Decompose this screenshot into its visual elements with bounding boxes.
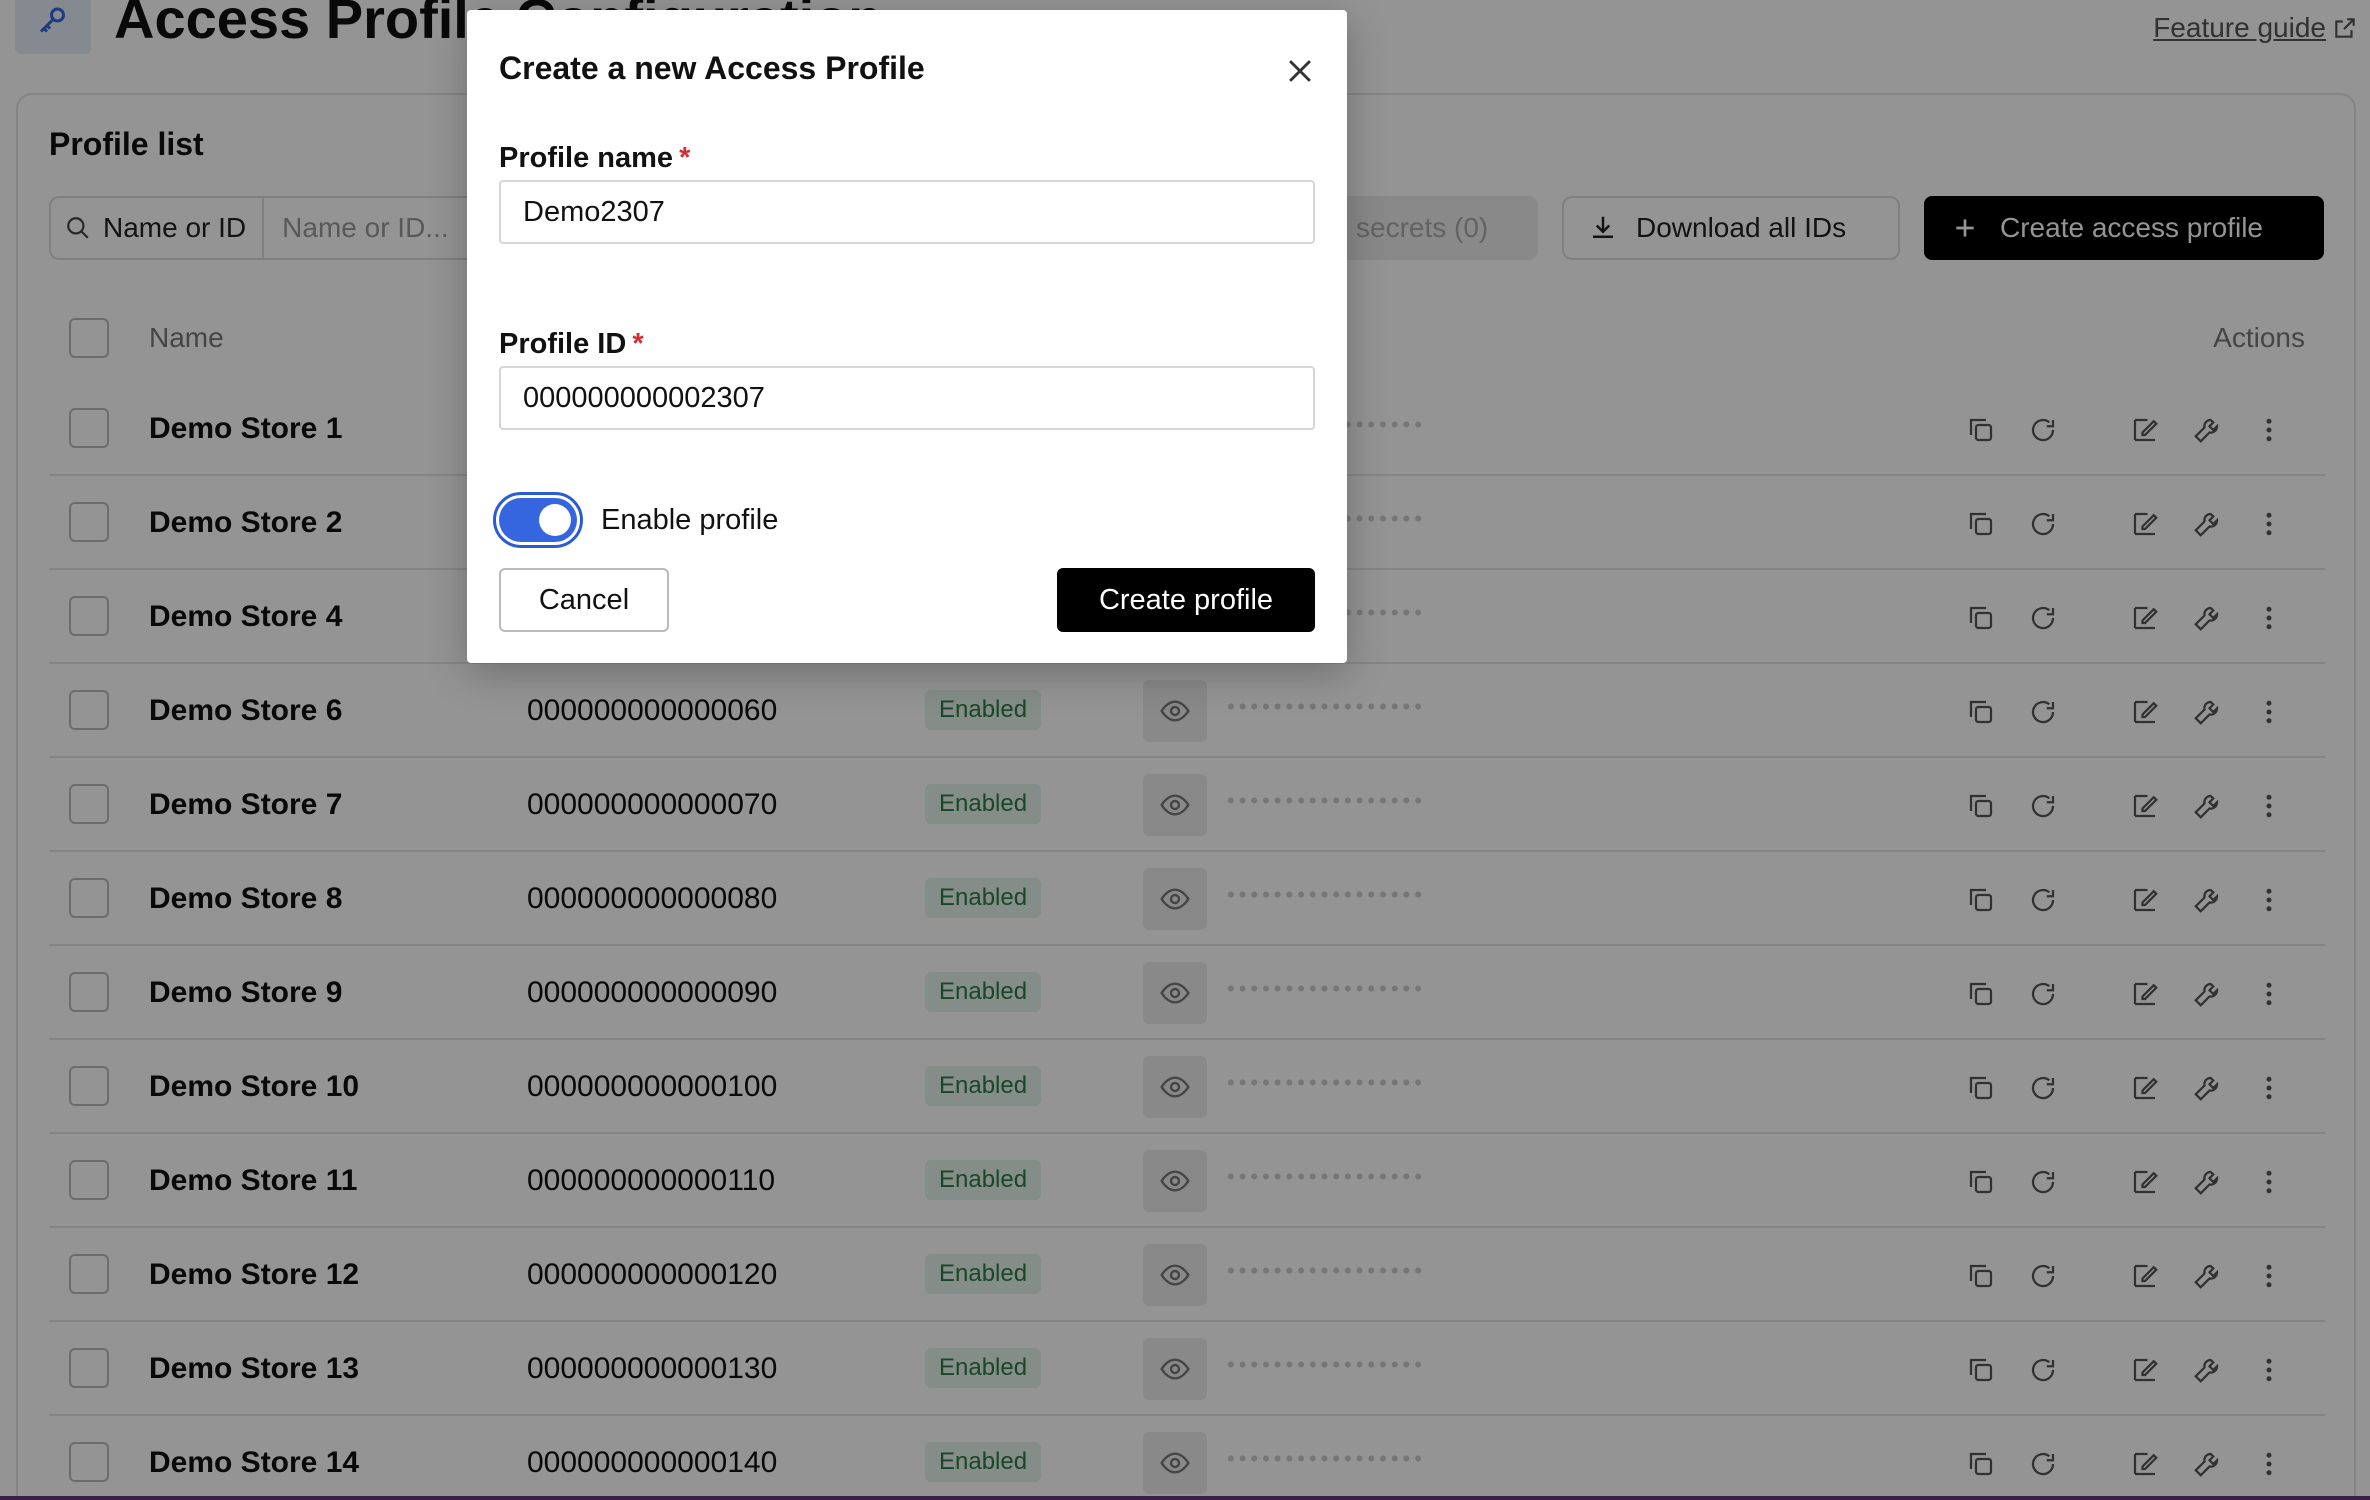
profile-name-label: Profile name * xyxy=(499,142,690,175)
profile-id-input[interactable] xyxy=(499,366,1315,430)
bottom-edge xyxy=(0,1496,2370,1500)
cancel-button[interactable]: Cancel xyxy=(499,568,669,632)
profile-name-label-text: Profile name xyxy=(499,142,674,174)
profile-name-input[interactable] xyxy=(499,180,1315,244)
enable-profile-toggle[interactable] xyxy=(493,492,583,548)
close-icon[interactable] xyxy=(1283,54,1317,88)
enable-profile-row: Enable profile xyxy=(493,492,778,548)
profile-id-label-text: Profile ID xyxy=(499,328,627,360)
toggle-track xyxy=(499,498,577,542)
required-mark: * xyxy=(679,142,691,174)
required-mark: * xyxy=(632,328,644,360)
create-profile-button[interactable]: Create profile xyxy=(1057,568,1315,632)
enable-profile-label: Enable profile xyxy=(601,503,779,536)
toggle-knob xyxy=(539,504,571,536)
create-profile-dialog: Create a new Access Profile Profile name… xyxy=(467,10,1347,663)
profile-id-label: Profile ID * xyxy=(499,328,644,361)
dialog-title: Create a new Access Profile xyxy=(499,50,925,86)
